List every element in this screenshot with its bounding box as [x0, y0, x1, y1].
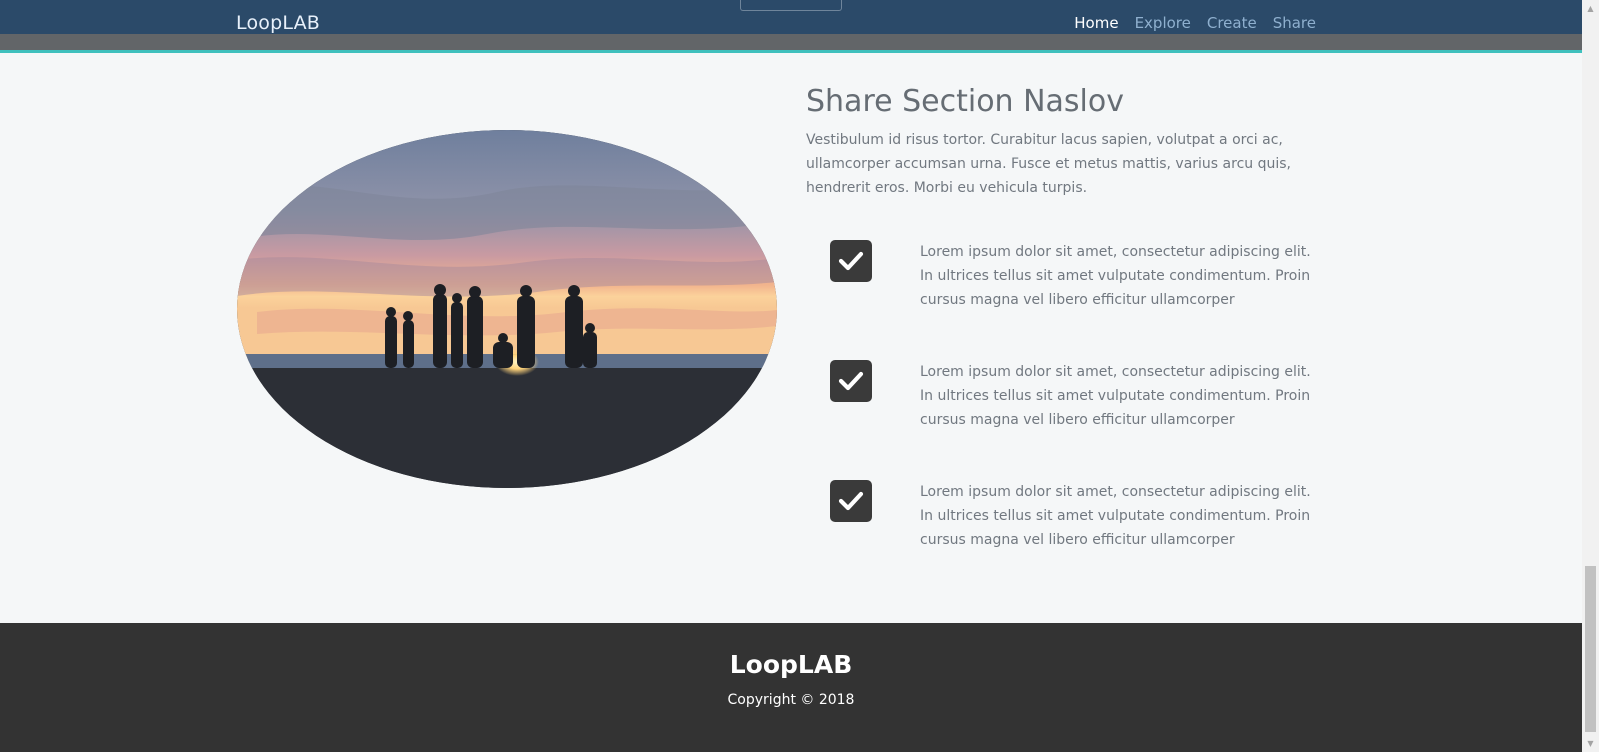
sand	[237, 368, 777, 488]
nav-link-share[interactable]: Share	[1273, 14, 1316, 32]
nav-link-explore[interactable]: Explore	[1135, 14, 1191, 32]
feature-text: Lorem ipsum dolor sit amet, consectetur …	[920, 244, 1311, 308]
scroll-thumb[interactable]	[1585, 566, 1596, 732]
feature-text: Lorem ipsum dolor sit amet, consectetur …	[920, 484, 1311, 548]
brand-logo[interactable]: LoopLAB	[236, 12, 320, 34]
feature-text: Lorem ipsum dolor sit amet, consectetur …	[920, 364, 1311, 428]
navbar: LoopLAB Home Explore Create Share	[0, 0, 1582, 34]
vertical-scrollbar[interactable]: ▲ ▼	[1582, 0, 1599, 752]
nav-link-home[interactable]: Home	[1074, 14, 1118, 32]
nav-link-create[interactable]: Create	[1207, 14, 1257, 32]
nav-links: Home Explore Create Share	[1074, 14, 1316, 32]
beach-bonfire-photo	[237, 130, 777, 488]
header-accent-line	[0, 50, 1582, 53]
checkmark-icon	[838, 491, 864, 511]
footer-copyright: Copyright © 2018	[727, 692, 855, 708]
footer: LoopLAB Copyright © 2018	[0, 623, 1582, 752]
check-square-icon[interactable]	[830, 360, 872, 402]
checkmark-icon	[838, 371, 864, 391]
page: LoopLAB Home Explore Create Share Share …	[0, 0, 1599, 752]
share-section-title: Share Section Naslov	[806, 84, 1125, 119]
photo-illustration	[237, 130, 777, 488]
scroll-down-arrow-icon[interactable]: ▼	[1582, 735, 1599, 752]
check-square-icon[interactable]	[830, 240, 872, 282]
checkmark-icon	[838, 251, 864, 271]
check-square-icon[interactable]	[830, 480, 872, 522]
scroll-up-arrow-icon[interactable]: ▲	[1582, 0, 1599, 17]
footer-brand: LoopLAB	[729, 650, 853, 679]
navbar-toggle-button[interactable]	[740, 0, 842, 11]
share-section-intro: Vestibulum id risus tortor. Curabitur la…	[806, 132, 1291, 196]
header-gray-strip	[0, 34, 1582, 50]
